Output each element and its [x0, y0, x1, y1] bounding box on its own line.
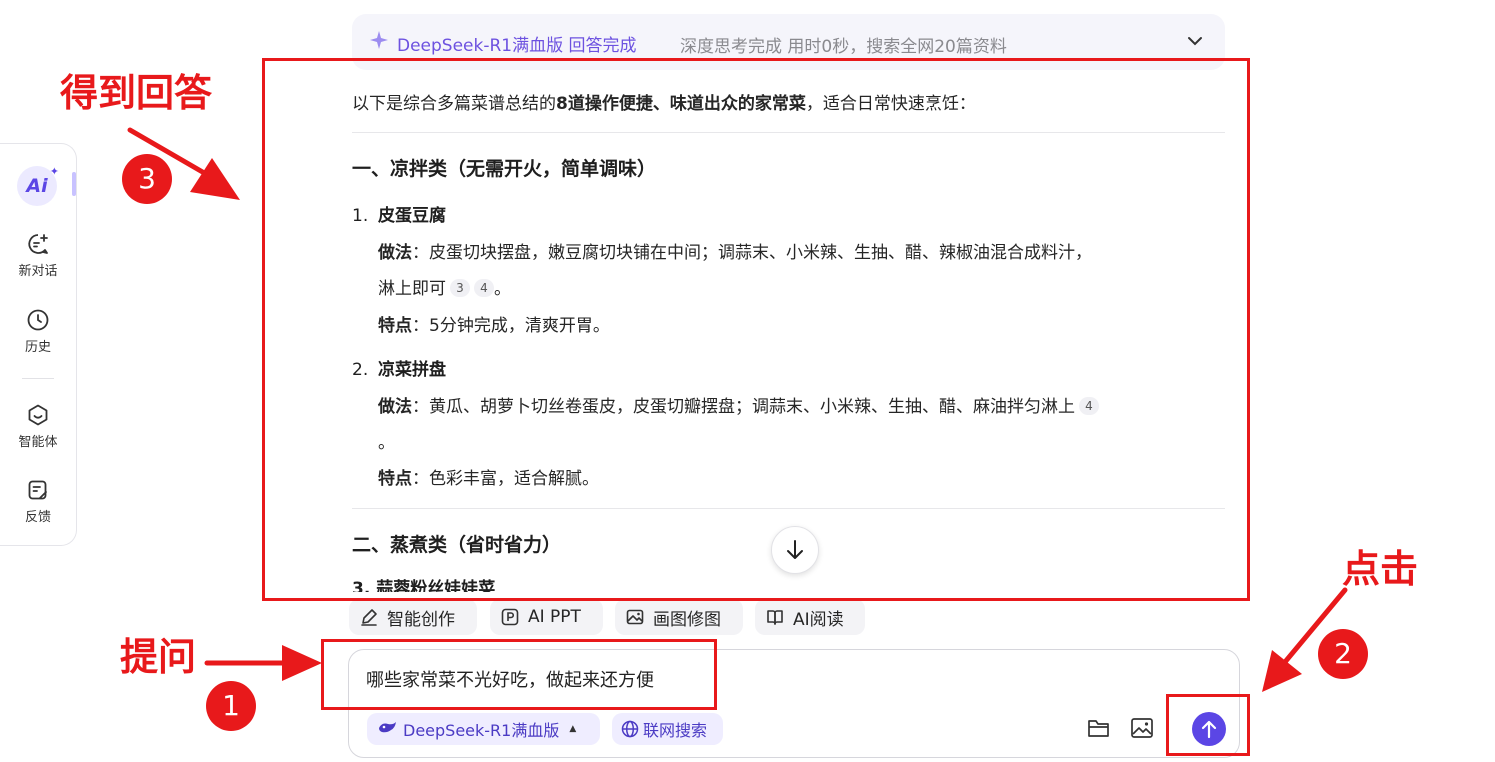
annotation-arrows	[127, 127, 1348, 692]
annotation-label-ask: 提问	[120, 635, 197, 679]
step-badge-1: 1	[206, 681, 256, 731]
annotation-label-click: 点击	[1342, 547, 1419, 591]
annotation-label-answer: 得到回答	[60, 71, 213, 115]
step-badge-2: 2	[1318, 629, 1368, 679]
step-badge-3: 3	[122, 154, 172, 204]
